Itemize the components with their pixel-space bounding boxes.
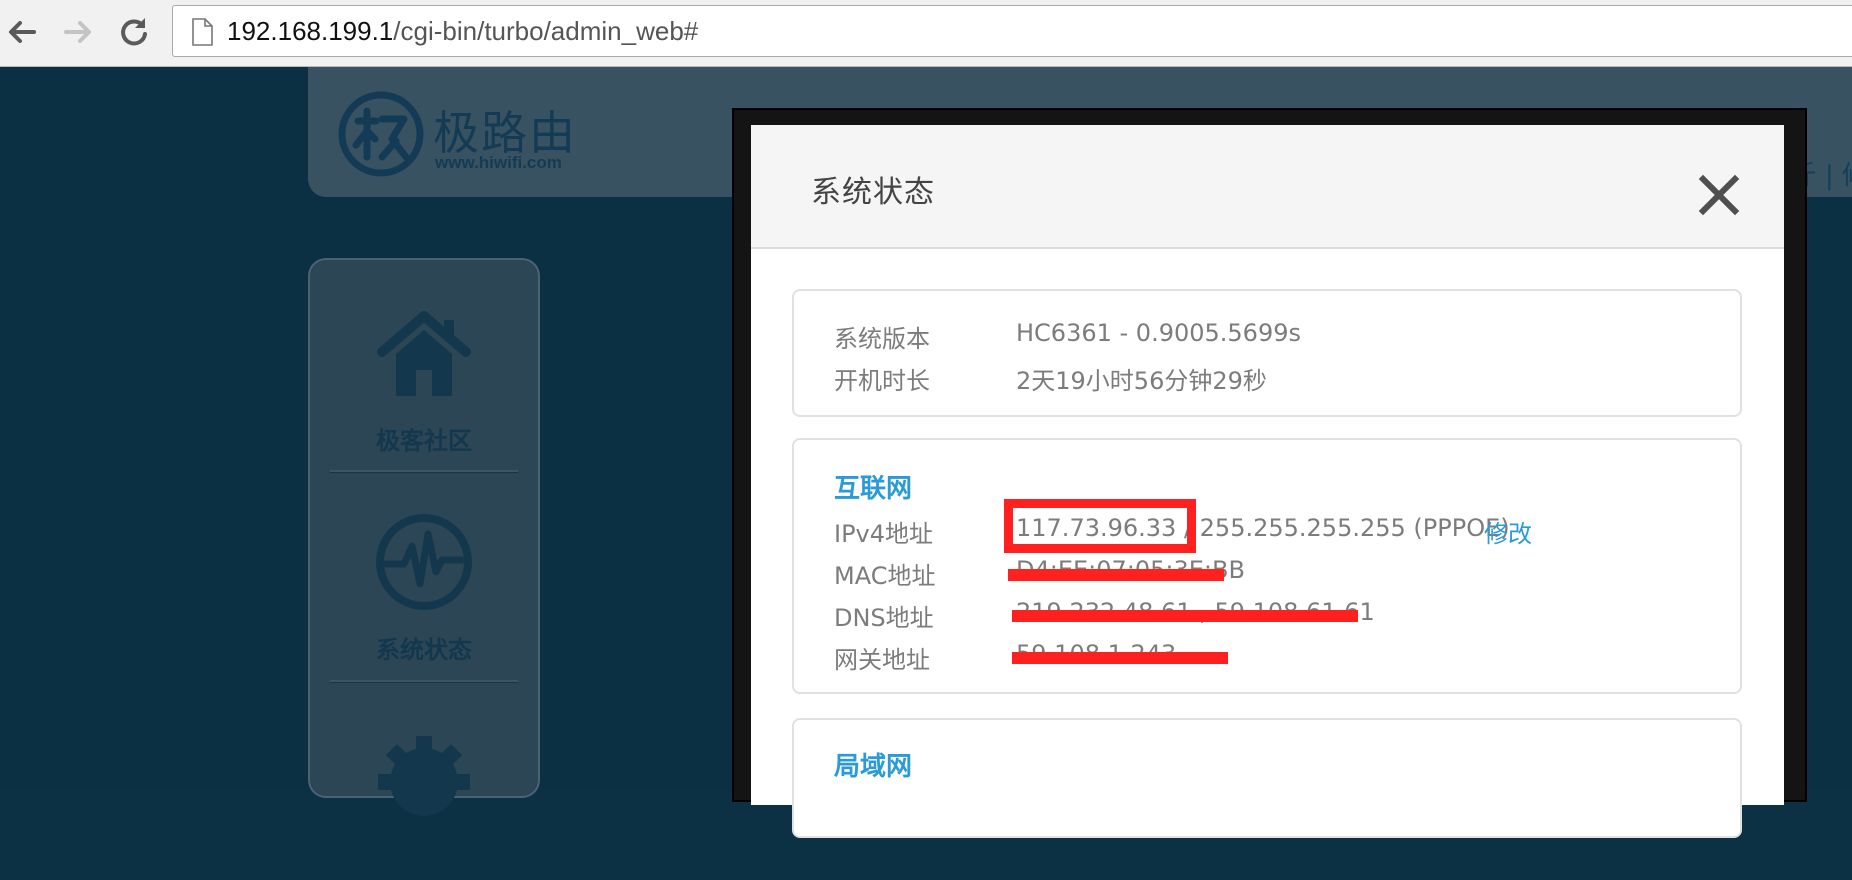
close-icon[interactable]	[1697, 173, 1741, 217]
back-arrow-icon[interactable]	[4, 14, 40, 50]
forward-arrow-icon[interactable]	[60, 14, 96, 50]
pulse-icon	[374, 512, 474, 612]
browser-toolbar: 192.168.199.1/cgi-bin/turbo/admin_web#	[0, 0, 1852, 67]
row-key: 开机时长	[834, 367, 930, 395]
system-info-card: 系统版本 HC6361 - 0.9005.5699s 开机时长 2天19小时56…	[792, 289, 1742, 417]
url-host: 192.168.199.1	[227, 16, 394, 46]
system-status-modal: 系统状态 系统版本 HC6361 - 0.9005.5699s 开机时长 2天1…	[751, 125, 1784, 838]
edit-link[interactable]: 修改	[1484, 514, 1532, 549]
section-title-lan: 局域网	[834, 752, 913, 782]
row-key: 系统版本	[834, 325, 930, 353]
lan-card: 局域网	[792, 718, 1742, 838]
hiwifi-logo-icon	[338, 91, 424, 177]
row-key: 网关地址	[834, 646, 930, 674]
address-bar[interactable]: 192.168.199.1/cgi-bin/turbo/admin_web#	[172, 5, 1852, 57]
gear-icon	[374, 722, 474, 822]
sidebar-item-settings[interactable]	[310, 680, 538, 880]
sidebar-item-label: 极客社区	[376, 427, 472, 455]
row-value: 2天19小时56分钟29秒	[1016, 367, 1267, 395]
redaction-mark	[1012, 610, 1358, 622]
row-key: DNS地址	[834, 604, 934, 632]
red-highlight-box	[1004, 499, 1196, 553]
sidebar-item-system-status[interactable]: 系统状态	[310, 470, 538, 670]
reload-icon[interactable]	[116, 14, 152, 50]
sidebar-item-community[interactable]: 极客社区	[310, 260, 538, 460]
sidebar-item-label: 系统状态	[376, 636, 472, 664]
section-title-internet: 互联网	[834, 474, 913, 504]
redaction-mark	[1008, 569, 1224, 581]
home-icon	[374, 306, 474, 406]
row-key: MAC地址	[834, 562, 936, 590]
row-value: HC6361 - 0.9005.5699s	[1016, 319, 1301, 347]
url-path: /cgi-bin/turbo/admin_web#	[393, 16, 699, 46]
row-key: IPv4地址	[834, 520, 934, 548]
modal-title: 系统状态	[811, 175, 935, 210]
brand-url: www.hiwifi.com	[435, 153, 562, 172]
sidebar: 极客社区 系统状态	[308, 258, 540, 816]
redaction-mark	[1012, 652, 1228, 664]
internet-card: 互联网 IPv4地址 117.73.96.33 / 255.255.255.25…	[792, 438, 1742, 694]
page-icon	[191, 18, 213, 46]
modal-header: 系统状态	[751, 125, 1784, 249]
url-text[interactable]: 192.168.199.1/cgi-bin/turbo/admin_web#	[227, 16, 698, 47]
